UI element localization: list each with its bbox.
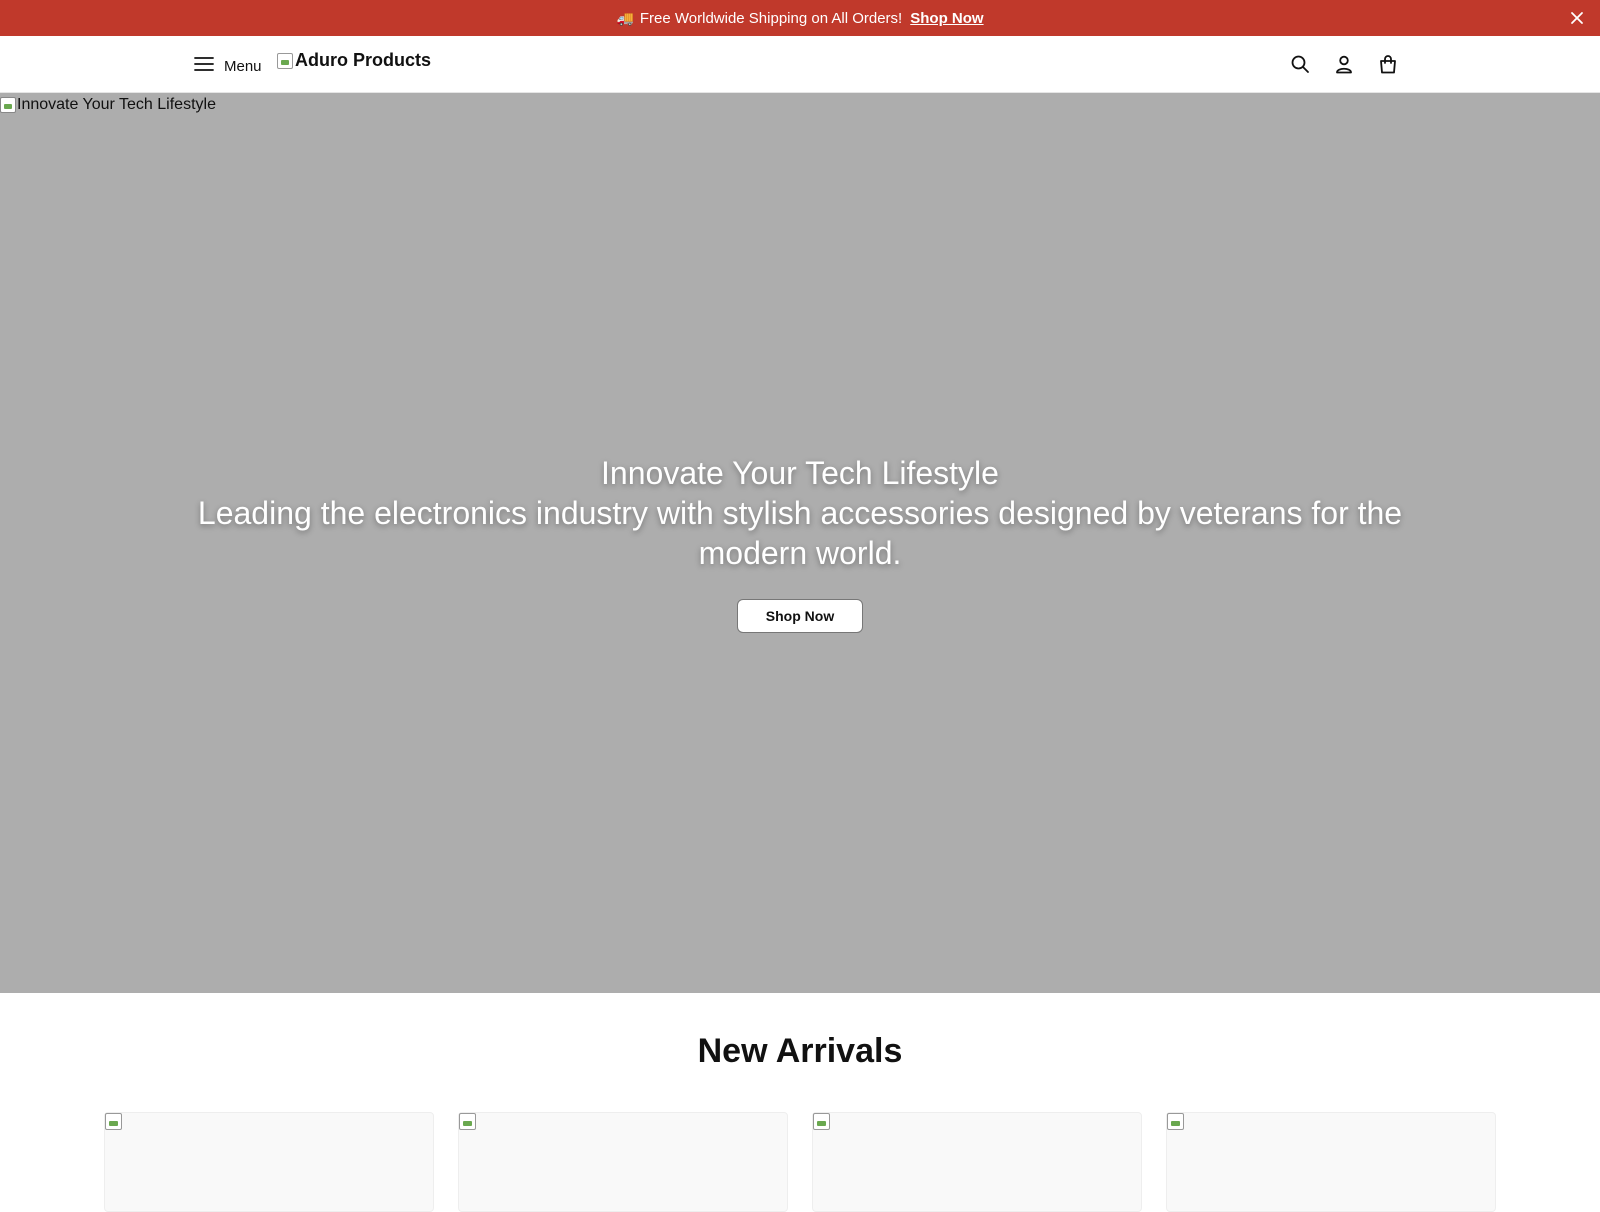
menu-label: Menu bbox=[224, 57, 262, 75]
product-card[interactable] bbox=[812, 1112, 1142, 1212]
announcement-shop-now-link[interactable]: Shop Now bbox=[910, 10, 983, 27]
cart-icon[interactable] bbox=[1378, 53, 1398, 75]
menu-button[interactable]: Menu bbox=[194, 54, 262, 78]
account-icon[interactable] bbox=[1334, 53, 1354, 75]
hamburger-icon bbox=[194, 56, 214, 77]
hero-content: Innovate Your Tech Lifestyle Leading the… bbox=[0, 453, 1600, 633]
broken-image-icon bbox=[0, 97, 16, 113]
hero-shop-now-button[interactable]: Shop Now bbox=[736, 599, 864, 633]
broken-image-icon bbox=[459, 1113, 476, 1130]
broken-image-icon bbox=[277, 52, 293, 69]
hero-image-alt-text: Innovate Your Tech Lifestyle bbox=[17, 96, 216, 113]
product-grid bbox=[104, 1112, 1496, 1212]
site-logo[interactable]: Aduro Products bbox=[277, 50, 431, 71]
announcement-text: Free Worldwide Shipping on All Orders! bbox=[639, 9, 903, 27]
broken-image-icon bbox=[105, 1113, 122, 1130]
announcement-bar: 🚚 Free Worldwide Shipping on All Orders!… bbox=[0, 0, 1600, 36]
close-icon[interactable] bbox=[1568, 9, 1586, 27]
hero-subtitle: Leading the electronics industry with st… bbox=[197, 495, 1403, 571]
product-card[interactable] bbox=[458, 1112, 788, 1212]
header-actions bbox=[1290, 53, 1398, 75]
truck-icon: 🚚 bbox=[616, 9, 634, 26]
product-card[interactable] bbox=[1166, 1112, 1496, 1212]
broken-image-icon bbox=[813, 1113, 830, 1130]
new-arrivals-heading: New Arrivals bbox=[697, 1032, 903, 1070]
hero-title: Innovate Your Tech Lifestyle bbox=[601, 455, 999, 491]
broken-image-icon bbox=[1167, 1113, 1184, 1130]
hero-image: Innovate Your Tech Lifestyle bbox=[0, 96, 216, 114]
product-card[interactable] bbox=[104, 1112, 434, 1212]
site-header: Menu Aduro Products bbox=[0, 36, 1600, 93]
search-icon[interactable] bbox=[1290, 53, 1310, 75]
hero-banner: Innovate Your Tech Lifestyle Innovate Yo… bbox=[0, 93, 1600, 993]
logo-alt-text: Aduro Products bbox=[295, 50, 432, 70]
